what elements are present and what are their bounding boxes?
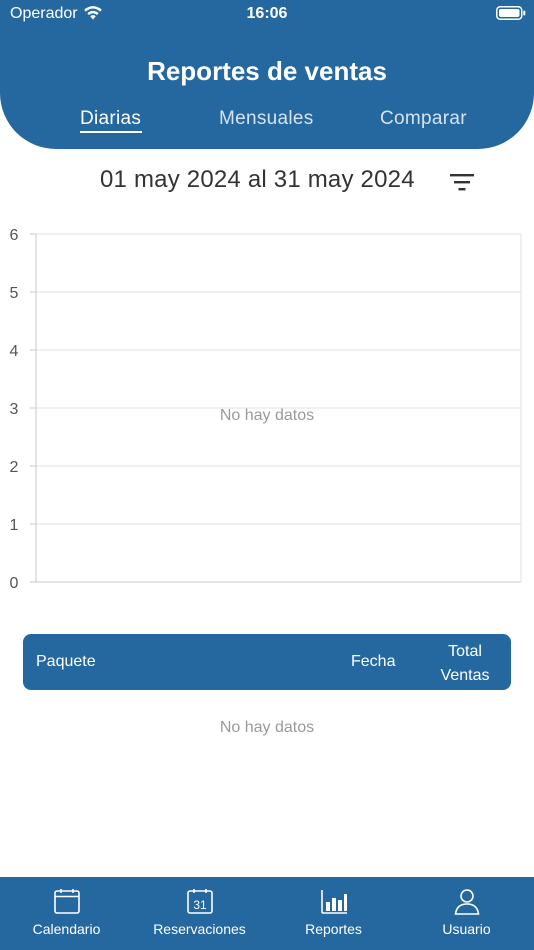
sales-chart: 0 1 2 3 4 5 6 No hay datos bbox=[0, 222, 534, 594]
chart-y-tick-label: 5 bbox=[10, 285, 19, 302]
header: Operador 16:06 Reportes de ventas Diaria… bbox=[0, 0, 534, 149]
column-header-date: Fecha bbox=[351, 653, 396, 670]
chart-y-tick-label: 6 bbox=[10, 227, 19, 244]
tabbar-item-reports[interactable]: Reportes bbox=[267, 877, 400, 950]
bottom-tab-bar: Calendario 31 Reservaciones Reportes Usu… bbox=[0, 877, 534, 950]
tabbar-item-reservations[interactable]: 31 Reservaciones bbox=[133, 877, 266, 950]
status-bar: Operador 16:06 bbox=[0, 0, 534, 28]
filter-icon[interactable] bbox=[448, 171, 476, 193]
tab-monthly[interactable]: Mensuales bbox=[219, 108, 314, 130]
chart-canvas: 0 1 2 3 4 5 6 No hay datos bbox=[10, 227, 522, 592]
tabbar-label-reservations: Reservaciones bbox=[153, 921, 246, 937]
tab-compare[interactable]: Comparar bbox=[380, 108, 467, 130]
chart-y-tick-label: 2 bbox=[10, 459, 19, 476]
svg-text:31: 31 bbox=[193, 898, 207, 912]
chart-y-tick-label: 1 bbox=[10, 517, 19, 534]
table-empty-message: No hay datos bbox=[219, 719, 315, 736]
chart-y-tick-label: 4 bbox=[10, 343, 19, 360]
clock: 16:06 bbox=[246, 5, 288, 22]
tabbar-label-calendar: Calendario bbox=[32, 921, 101, 937]
chart-empty-message: No hay datos bbox=[220, 407, 314, 424]
date-range-row: 01 may 2024 al 31 may 2024 bbox=[0, 166, 534, 198]
tab-daily[interactable]: Diarias bbox=[80, 108, 141, 130]
date-range-label[interactable]: 01 may 2024 al 31 may 2024 bbox=[100, 166, 415, 194]
user-icon bbox=[454, 889, 480, 915]
column-header-total-sales: Total Ventas bbox=[440, 643, 490, 684]
tabbar-item-calendar[interactable]: Calendario bbox=[0, 877, 133, 950]
calendar-31-icon: 31 bbox=[187, 889, 213, 914]
calendar-icon bbox=[54, 889, 80, 914]
page-title: Reportes de ventas bbox=[147, 56, 387, 86]
chart-y-tick-label: 3 bbox=[10, 401, 19, 418]
battery-icon bbox=[496, 6, 526, 20]
table-header: Paquete Fecha Total Ventas bbox=[23, 634, 511, 690]
active-tab-indicator bbox=[80, 131, 142, 133]
tabbar-label-reports: Reportes bbox=[305, 921, 362, 937]
column-header-package: Paquete bbox=[36, 653, 96, 670]
tabbar-item-user[interactable]: Usuario bbox=[400, 877, 533, 950]
tabbar-label-user: Usuario bbox=[442, 921, 491, 937]
chart-y-tick-label: 0 bbox=[10, 575, 19, 592]
bar-chart-icon bbox=[321, 890, 347, 914]
